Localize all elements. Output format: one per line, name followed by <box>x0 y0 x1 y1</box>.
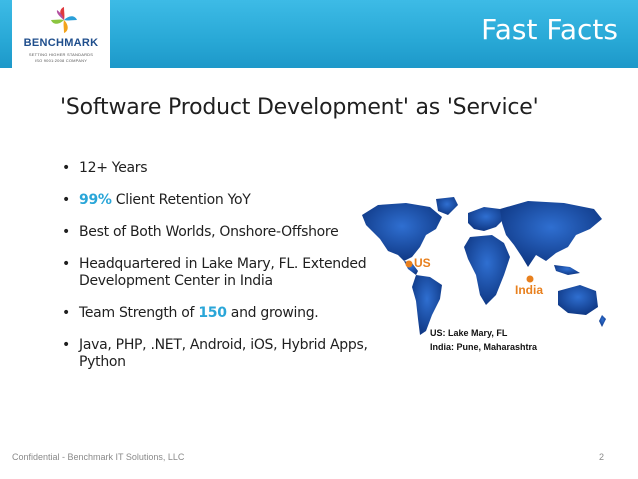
bullet-technologies: • Java, PHP, .NET, Android, iOS, Hybrid … <box>62 337 392 371</box>
new-zealand-shape <box>599 315 606 327</box>
logo-name: BENCHMARK <box>23 37 99 49</box>
greenland-shape <box>436 197 458 215</box>
africa-shape <box>464 235 510 305</box>
north-america-shape <box>362 203 442 261</box>
bullet-text: Best of Both Worlds, Onshore-Offshore <box>79 224 339 240</box>
page-number: 2 <box>598 452 604 462</box>
bullet-text-line1: Java, PHP, .NET, Android, iOS, Hybrid Ap… <box>79 337 368 353</box>
bullet-text-pre: Team Strength of <box>79 305 199 321</box>
flower-logo-icon <box>51 7 77 33</box>
bullet-retention: • 99% Client Retention YoY <box>62 192 392 209</box>
bullet-dot-icon: • <box>62 337 70 353</box>
europe-shape <box>468 207 504 231</box>
bullet-headquarters: • Headquartered in Lake Mary, FL. Extend… <box>62 256 392 290</box>
us-marker-label: US <box>414 256 431 270</box>
world-map: US India US: Lake Mary, FL India: Pune, … <box>362 197 606 352</box>
bullet-dot-icon: • <box>62 224 70 240</box>
bullet-text: 12+ Years <box>79 160 148 176</box>
header-band: BENCHMARK SETTING HIGHER STANDARDS ISO 9… <box>0 0 638 68</box>
bullet-list: • 12+ Years • 99% Client Retention YoY •… <box>62 160 392 371</box>
bullet-dot-icon: • <box>62 305 70 321</box>
india-location-marker-icon <box>526 275 534 283</box>
benchmark-logo: BENCHMARK SETTING HIGHER STANDARDS ISO 9… <box>12 0 110 68</box>
footer-confidential: Confidential - Benchmark IT Solutions, L… <box>12 452 185 462</box>
team-strength-highlight: 150 <box>198 305 227 321</box>
india-marker-label: India <box>515 283 543 297</box>
map-caption-us: US: Lake Mary, FL <box>430 328 508 338</box>
us-location-marker-icon <box>405 260 413 268</box>
slide-subtitle: 'Software Product Development' as 'Servi… <box>60 95 539 120</box>
bullet-years: • 12+ Years <box>62 160 392 177</box>
bullet-text-post: and growing. <box>226 305 319 321</box>
bullet-text-line2: Python <box>79 354 126 370</box>
south-america-shape <box>412 275 442 335</box>
bullet-dot-icon: • <box>62 160 70 176</box>
retention-highlight: 99% <box>79 192 112 208</box>
bullet-onshore-offshore: • Best of Both Worlds, Onshore-Offshore <box>62 224 392 241</box>
bullet-text-line2: Development Center in India <box>79 273 273 289</box>
se-asia-islands-shape <box>554 265 580 275</box>
bullet-text-line1: Headquartered in Lake Mary, FL. Extended <box>79 256 367 272</box>
asia-shape <box>500 201 602 267</box>
logo-certification: ISO 9001:2008 COMPANY <box>34 58 88 63</box>
bullet-team-strength: • Team Strength of 150 and growing. <box>62 305 392 322</box>
slide: BENCHMARK SETTING HIGHER STANDARDS ISO 9… <box>0 0 638 479</box>
bullet-dot-icon: • <box>62 192 70 208</box>
logo-tagline: SETTING HIGHER STANDARDS <box>28 52 94 57</box>
bullet-text: Client Retention YoY <box>111 192 251 208</box>
slide-title: Fast Facts <box>481 13 618 46</box>
bullet-dot-icon: • <box>62 256 70 272</box>
map-caption-india: India: Pune, Maharashtra <box>430 342 538 352</box>
australia-shape <box>558 285 598 315</box>
